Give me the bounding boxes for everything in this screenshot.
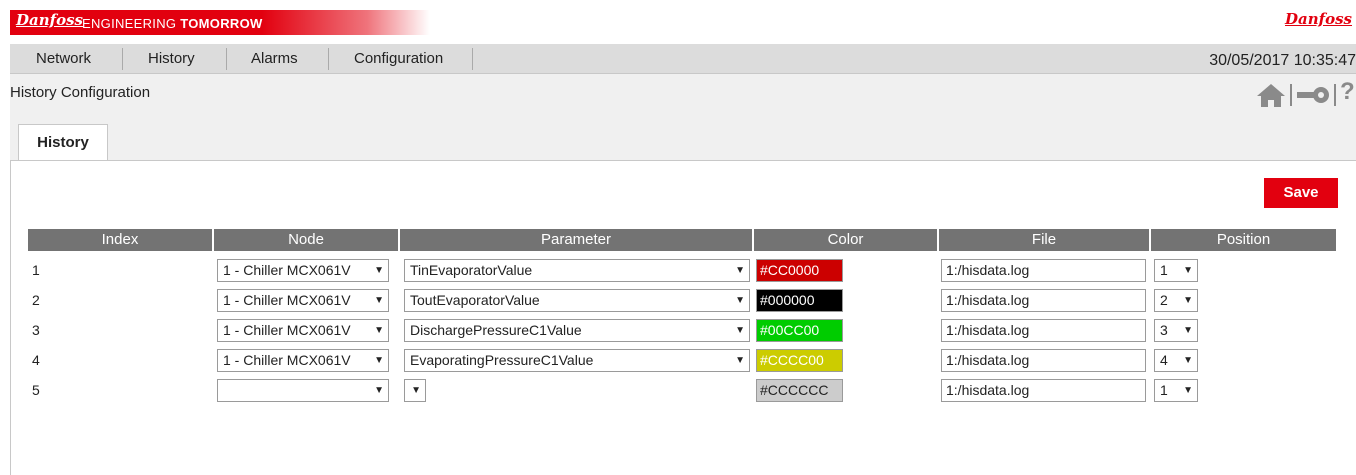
position-select[interactable]: 1 ▼ [1154, 259, 1198, 282]
node-value: 1 - Chiller MCX061V [223, 292, 351, 308]
node-select[interactable]: 1 - Chiller MCX061V ▼ [217, 349, 389, 372]
file-input[interactable]: 1:/hisdata.log [941, 259, 1146, 282]
position-select[interactable]: 4 ▼ [1154, 349, 1198, 372]
row-index: 5 [32, 382, 40, 398]
header-position: Position [1151, 229, 1336, 251]
content-panel [10, 160, 1356, 475]
nav-divider [226, 48, 227, 70]
color-input[interactable]: #00CC00 [756, 319, 843, 342]
dropdown-arrow-icon: ▼ [1183, 385, 1193, 396]
dropdown-arrow-icon: ▼ [1183, 295, 1193, 306]
save-button[interactable]: Save [1264, 178, 1338, 208]
dropdown-arrow-icon: ▼ [1183, 325, 1193, 336]
nav-configuration[interactable]: Configuration [354, 44, 443, 74]
tab-history[interactable]: History [18, 124, 108, 161]
dropdown-arrow-icon: ▼ [735, 295, 745, 306]
dropdown-arrow-icon: ▼ [1183, 355, 1193, 366]
icon-divider [1290, 84, 1292, 106]
node-select[interactable]: 1 - Chiller MCX061V ▼ [217, 319, 389, 342]
title-bar [10, 74, 1356, 160]
parameter-select[interactable]: DischargePressureC1Value ▼ [404, 319, 750, 342]
dropdown-arrow-icon: ▼ [411, 385, 421, 396]
top-banner: Danfoss ENGINEERING TOMORROW Danfoss [0, 0, 1356, 44]
nav-alarms[interactable]: Alarms [251, 44, 298, 74]
node-value: 1 - Chiller MCX061V [223, 352, 351, 368]
key-icon[interactable] [1295, 82, 1331, 108]
node-value: 1 - Chiller MCX061V [223, 322, 351, 338]
tagline-part: ENGINEERING [82, 16, 181, 31]
home-icon[interactable] [1256, 82, 1286, 108]
dropdown-arrow-icon: ▼ [374, 295, 384, 306]
dropdown-arrow-icon: ▼ [735, 265, 745, 276]
nav-divider [122, 48, 123, 70]
file-input[interactable]: 1:/hisdata.log [941, 379, 1146, 402]
dropdown-arrow-icon: ▼ [374, 355, 384, 366]
page-title: History Configuration [10, 84, 151, 101]
danfoss-logo: Danfoss [16, 11, 83, 29]
file-input[interactable]: 1:/hisdata.log [941, 289, 1146, 312]
nav-history[interactable]: History [148, 44, 195, 74]
danfoss-logo-right: Danfoss [1285, 10, 1352, 28]
nav-divider [328, 48, 329, 70]
tagline-bold: TOMORROW [180, 16, 263, 31]
header-parameter: Parameter [400, 229, 752, 251]
dropdown-arrow-icon: ▼ [374, 325, 384, 336]
parameter-select[interactable]: ToutEvaporatorValue ▼ [404, 289, 750, 312]
parameter-select[interactable]: EvaporatingPressureC1Value ▼ [404, 349, 750, 372]
position-value: 1 [1160, 382, 1168, 398]
parameter-value: EvaporatingPressureC1Value [410, 352, 594, 368]
dropdown-arrow-icon: ▼ [735, 325, 745, 336]
node-value: 1 - Chiller MCX061V [223, 262, 351, 278]
row-index: 2 [32, 292, 40, 308]
nav-divider [472, 48, 473, 70]
row-index: 3 [32, 322, 40, 338]
position-value: 4 [1160, 352, 1168, 368]
node-select[interactable]: 1 - Chiller MCX061V ▼ [217, 289, 389, 312]
main-nav: Network History Alarms Configuration 30/… [10, 44, 1356, 74]
parameter-value: TinEvaporatorValue [410, 262, 533, 278]
parameter-select[interactable]: TinEvaporatorValue ▼ [404, 259, 750, 282]
parameter-value: DischargePressureC1Value [410, 322, 582, 338]
file-input[interactable]: 1:/hisdata.log [941, 349, 1146, 372]
position-select[interactable]: 3 ▼ [1154, 319, 1198, 342]
brand-tagline: ENGINEERING TOMORROW [82, 16, 263, 31]
node-select[interactable]: 1 - Chiller MCX061V ▼ [217, 259, 389, 282]
icon-divider [1334, 84, 1336, 106]
header-index: Index [28, 229, 212, 251]
parameter-value: ToutEvaporatorValue [410, 292, 540, 308]
position-value: 1 [1160, 262, 1168, 278]
parameter-select[interactable]: ▼ [404, 379, 426, 402]
color-input[interactable]: #000000 [756, 289, 843, 312]
header-node: Node [214, 229, 398, 251]
position-select[interactable]: 1 ▼ [1154, 379, 1198, 402]
color-input[interactable]: #CC0000 [756, 259, 843, 282]
color-input[interactable]: #CCCCCC [756, 379, 843, 402]
header-color: Color [754, 229, 937, 251]
position-value: 3 [1160, 322, 1168, 338]
node-select[interactable]: ▼ [217, 379, 389, 402]
position-value: 2 [1160, 292, 1168, 308]
dropdown-arrow-icon: ▼ [1183, 265, 1193, 276]
color-input[interactable]: #CCCC00 [756, 349, 843, 372]
file-input[interactable]: 1:/hisdata.log [941, 319, 1146, 342]
header-file: File [939, 229, 1149, 251]
dropdown-arrow-icon: ▼ [374, 385, 384, 396]
row-index: 1 [32, 262, 40, 278]
row-index: 4 [32, 352, 40, 368]
help-icon[interactable]: ? [1340, 78, 1355, 106]
datetime-display: 30/05/2017 10:35:47 [1209, 52, 1356, 69]
dropdown-arrow-icon: ▼ [374, 265, 384, 276]
nav-network[interactable]: Network [36, 44, 91, 74]
dropdown-arrow-icon: ▼ [735, 355, 745, 366]
position-select[interactable]: 2 ▼ [1154, 289, 1198, 312]
